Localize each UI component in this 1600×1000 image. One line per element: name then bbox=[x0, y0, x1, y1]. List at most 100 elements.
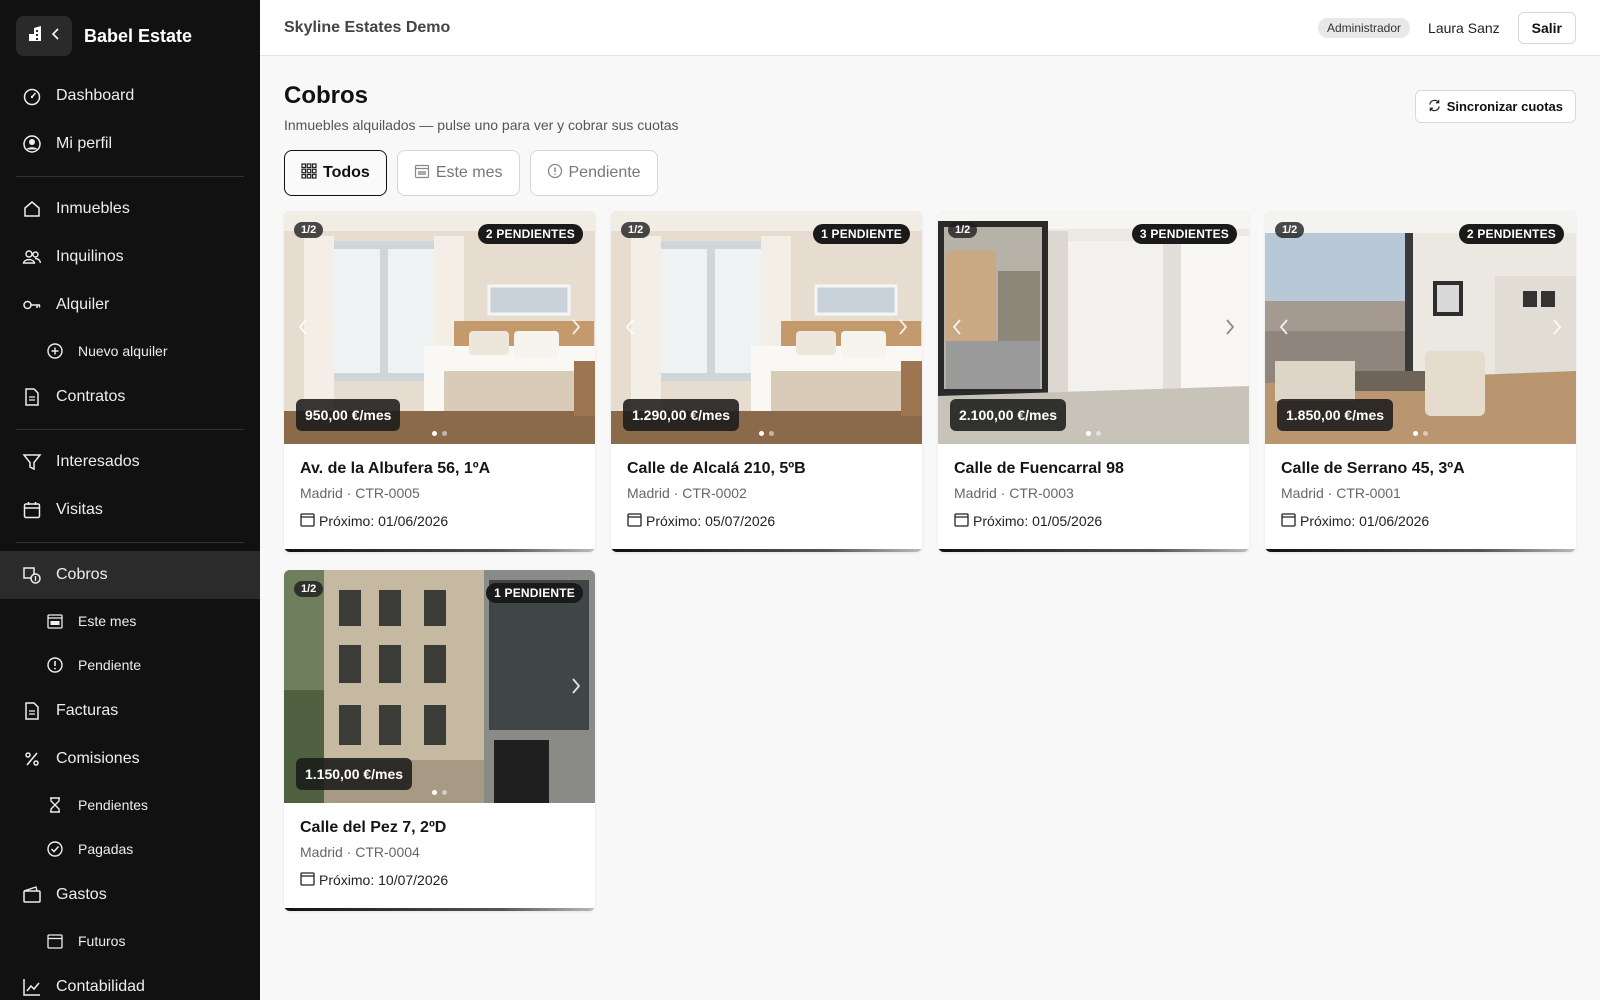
sidebar-item-pendiente[interactable]: Pendiente bbox=[0, 643, 260, 687]
collapse-sidebar-button[interactable] bbox=[16, 16, 72, 56]
sidebar-item-dashboard[interactable]: Dashboard bbox=[0, 72, 260, 120]
carousel-dots bbox=[284, 431, 595, 436]
chevron-right-icon[interactable] bbox=[1217, 314, 1243, 340]
property-card[interactable]: 1/2 3 PENDIENTES 2.100,00 €/mes Calle de… bbox=[938, 211, 1249, 552]
card-body: Av. de la Albufera 56, 1ºA Madrid · CTR-… bbox=[284, 444, 595, 530]
property-card[interactable]: 1/2 2 PENDIENTES 1.850,00 €/mes Calle de… bbox=[1265, 211, 1576, 552]
property-meta: Madrid · CTR-0005 bbox=[300, 485, 420, 501]
property-card[interactable]: 1/2 2 PENDIENTES 950,00 €/mes Av. de la … bbox=[284, 211, 595, 552]
pending-badge: 2 PENDIENTES bbox=[1458, 224, 1564, 244]
carousel-dot[interactable] bbox=[442, 790, 447, 795]
chevron-left-icon[interactable] bbox=[617, 314, 643, 340]
card-body: Calle de Alcalá 210, 5ºB Madrid · CTR-00… bbox=[611, 444, 922, 530]
grid-icon bbox=[301, 162, 317, 184]
next-payment-date: Próximo: 05/07/2026 bbox=[646, 513, 776, 529]
sidebar-item-mi-perfil[interactable]: Mi perfil bbox=[0, 120, 260, 168]
sync-fees-button[interactable]: Sincronizar cuotas bbox=[1414, 90, 1576, 123]
sidebar-item-este-mes[interactable]: Este mes bbox=[0, 599, 260, 643]
property-meta: Madrid · CTR-0004 bbox=[300, 844, 420, 860]
sidebar-item-contabilidad[interactable]: Contabilidad bbox=[0, 963, 260, 1000]
filter-todos[interactable]: Todos bbox=[284, 150, 387, 196]
property-address: Calle de Fuencarral 98 bbox=[954, 460, 1124, 477]
calendar-icon bbox=[300, 512, 315, 530]
filter-label: Este mes bbox=[435, 164, 503, 181]
sidebar-item-interesados[interactable]: Interesados bbox=[0, 438, 260, 486]
chevron-right-icon[interactable] bbox=[563, 673, 589, 699]
chevron-left-icon[interactable] bbox=[1271, 314, 1297, 340]
chevron-right-icon[interactable] bbox=[563, 314, 589, 340]
sidebar-item-label: Mi perfil bbox=[56, 135, 113, 152]
property-photo: 1/2 2 PENDIENTES 1.850,00 €/mes bbox=[1265, 211, 1576, 444]
check-circle-icon bbox=[46, 840, 64, 858]
filter-este-mes[interactable]: Este mes bbox=[396, 150, 520, 196]
gauge-icon bbox=[22, 86, 42, 106]
sidebar-item-futuros[interactable]: Futuros bbox=[0, 919, 260, 963]
carousel-dot[interactable] bbox=[1086, 431, 1091, 436]
property-address: Calle de Alcalá 210, 5ºB bbox=[627, 460, 806, 477]
monthly-price: 1.290,00 €/mes bbox=[623, 399, 740, 431]
sidebar-item-label: Inmuebles bbox=[56, 200, 130, 217]
sidebar-item-nuevo-alquiler[interactable]: Nuevo alquiler bbox=[0, 329, 260, 373]
sidebar-item-cobros[interactable]: Cobros bbox=[0, 551, 260, 599]
filter-tabs: Todos Este mes Pendiente bbox=[284, 150, 1576, 196]
chevron-right-icon[interactable] bbox=[890, 314, 916, 340]
sidebar-item-visitas[interactable]: Visitas bbox=[0, 486, 260, 534]
carousel-dots bbox=[284, 790, 595, 795]
sidebar-item-label: Contabilidad bbox=[56, 978, 145, 995]
chart-line-icon bbox=[22, 977, 42, 997]
property-card[interactable]: 1/2 1 PENDIENTE 1.150,00 €/mes Calle del… bbox=[284, 570, 595, 911]
pending-badge: 3 PENDIENTES bbox=[1131, 224, 1237, 244]
sidebar-item-label: Interesados bbox=[56, 453, 140, 470]
calendar-month-icon bbox=[414, 163, 430, 184]
carousel-dot[interactable] bbox=[442, 431, 447, 436]
carousel-dot[interactable] bbox=[432, 431, 437, 436]
sidebar-item-contratos[interactable]: Contratos bbox=[0, 373, 260, 421]
chevron-left-icon[interactable] bbox=[944, 314, 970, 340]
sidebar-item-gastos[interactable]: Gastos bbox=[0, 871, 260, 919]
next-payment: Próximo: 10/07/2026 bbox=[300, 871, 579, 889]
logout-button[interactable]: Salir bbox=[1517, 11, 1576, 44]
sidebar-item-facturas[interactable]: Facturas bbox=[0, 687, 260, 735]
carousel-dot[interactable] bbox=[1096, 431, 1101, 436]
sidebar-item-label: Facturas bbox=[56, 702, 119, 719]
pending-badge: 2 PENDIENTES bbox=[477, 224, 583, 244]
property-grid: 1/2 2 PENDIENTES 950,00 €/mes Av. de la … bbox=[284, 211, 1576, 911]
next-payment-date: Próximo: 01/06/2026 bbox=[1300, 513, 1430, 529]
sidebar-item-alquiler[interactable]: Alquiler bbox=[0, 281, 260, 329]
pending-badge: 1 PENDIENTE bbox=[486, 583, 583, 603]
sidebar-item-pagadas[interactable]: Pagadas bbox=[0, 827, 260, 871]
property-address: Av. de la Albufera 56, 1ºA bbox=[300, 460, 491, 477]
calendar-icon bbox=[46, 932, 64, 950]
carousel-dots bbox=[611, 431, 922, 436]
carousel-dot[interactable] bbox=[769, 431, 774, 436]
top-bar: Skyline Estates Demo Administrador Laura… bbox=[260, 0, 1600, 56]
filter-pendiente[interactable]: Pendiente bbox=[529, 150, 658, 196]
alert-circle-icon bbox=[547, 163, 563, 184]
property-photo: 1/2 1 PENDIENTE 1.290,00 €/mes bbox=[611, 211, 922, 444]
chevron-left-icon[interactable] bbox=[290, 314, 316, 340]
property-photo: 1/2 2 PENDIENTES 950,00 €/mes bbox=[284, 211, 595, 444]
sidebar-item-inquilinos[interactable]: Inquilinos bbox=[0, 233, 260, 281]
chevron-right-icon[interactable] bbox=[1544, 314, 1570, 340]
user-name: Laura Sanz bbox=[1428, 19, 1500, 36]
user-area: Administrador Laura Sanz Salir bbox=[1318, 11, 1576, 44]
sync-fees-label: Sincronizar cuotas bbox=[1446, 99, 1563, 114]
next-payment-date: Próximo: 10/07/2026 bbox=[319, 872, 449, 888]
carousel-dot[interactable] bbox=[432, 790, 437, 795]
monthly-price: 1.150,00 €/mes bbox=[296, 758, 413, 790]
filter-label: Todos bbox=[323, 164, 370, 181]
sidebar-item-inmuebles[interactable]: Inmuebles bbox=[0, 185, 260, 233]
sidebar-divider bbox=[16, 429, 244, 430]
property-photo: 1/2 1 PENDIENTE 1.150,00 €/mes bbox=[284, 570, 595, 803]
next-payment-date: Próximo: 01/06/2026 bbox=[319, 513, 449, 529]
carousel-dot[interactable] bbox=[1423, 431, 1428, 436]
chevron-left-icon bbox=[51, 27, 61, 45]
document-icon bbox=[22, 701, 42, 721]
calendar-icon bbox=[300, 871, 315, 889]
sidebar-nav: Dashboard Mi perfil Inmuebles Inquilinos… bbox=[0, 72, 260, 1000]
sidebar-item-comisiones[interactable]: Comisiones bbox=[0, 735, 260, 783]
property-card[interactable]: 1/2 1 PENDIENTE 1.290,00 €/mes Calle de … bbox=[611, 211, 922, 552]
carousel-dot[interactable] bbox=[759, 431, 764, 436]
carousel-dot[interactable] bbox=[1413, 431, 1418, 436]
sidebar-item-pendientes[interactable]: Pendientes bbox=[0, 783, 260, 827]
